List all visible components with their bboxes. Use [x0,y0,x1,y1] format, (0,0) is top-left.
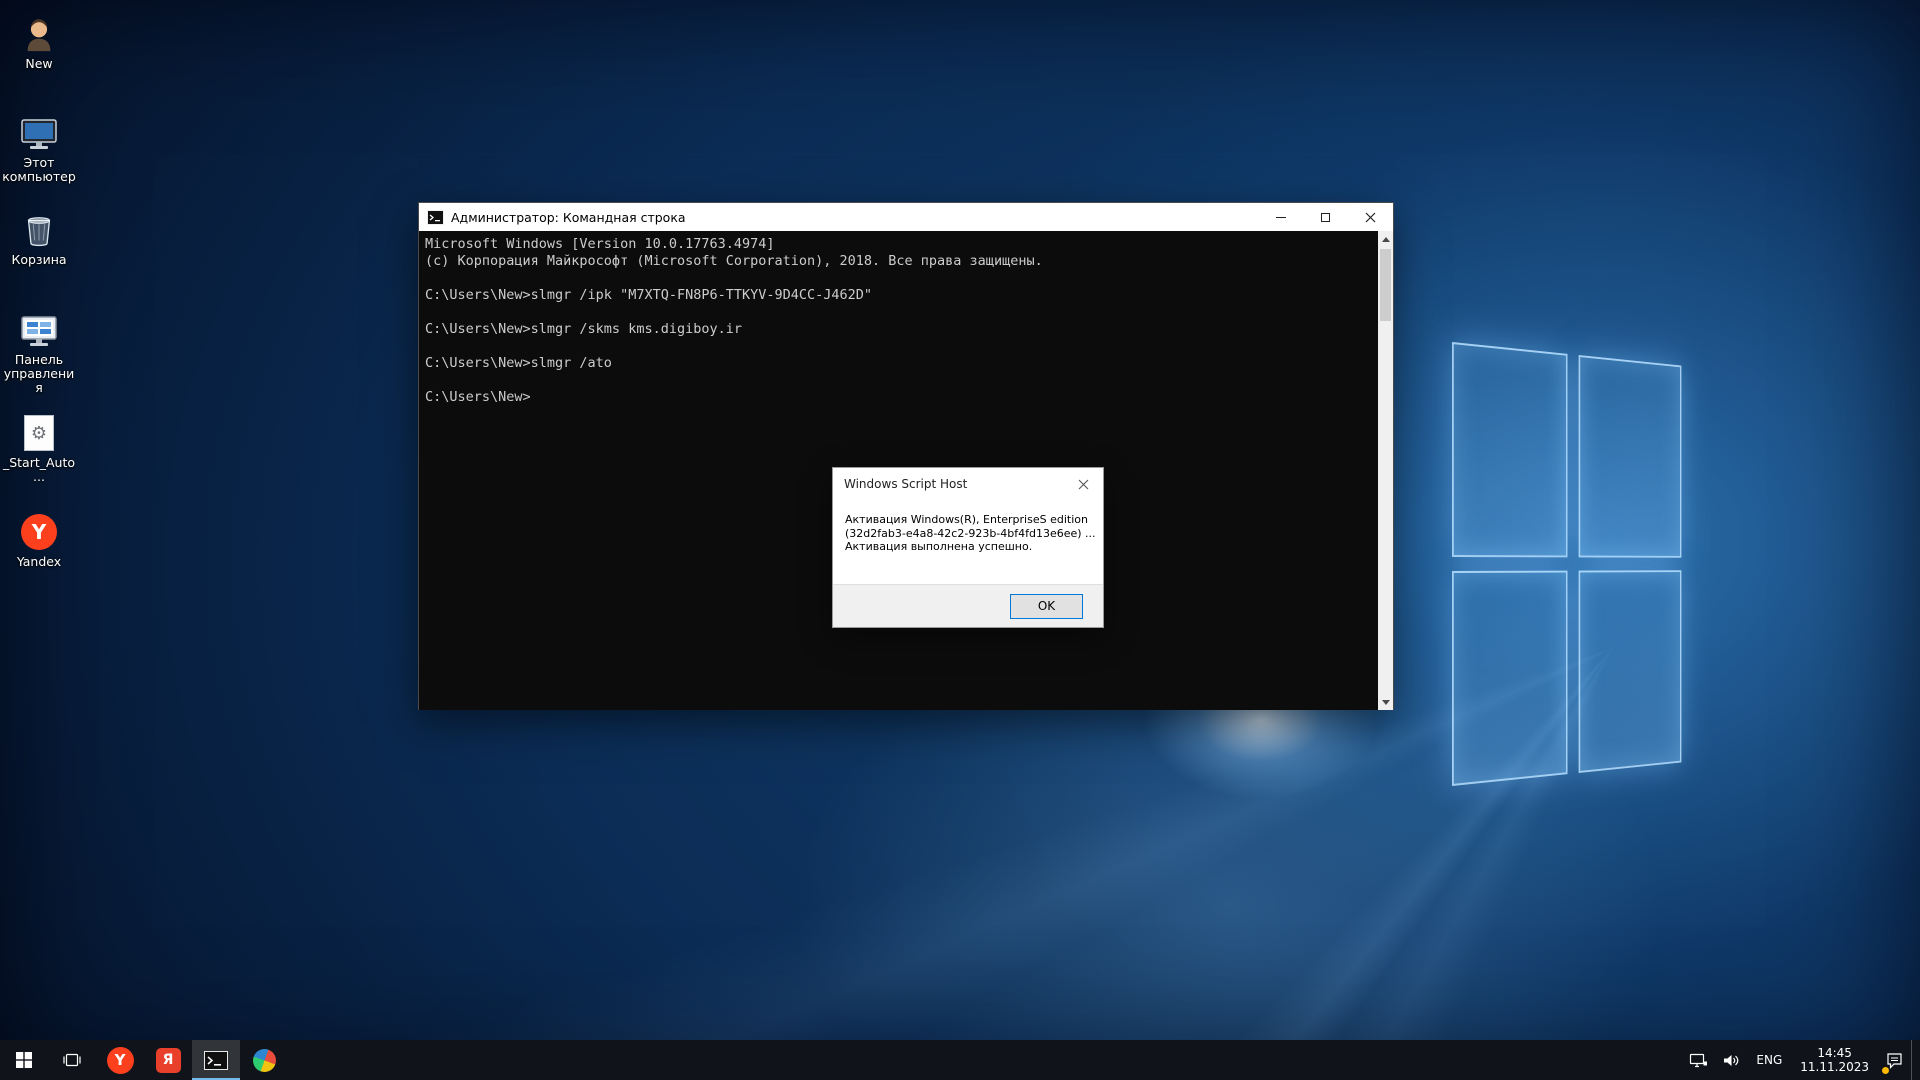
task-view-button[interactable] [48,1040,96,1080]
wsh-titlebar[interactable]: Windows Script Host [833,468,1103,500]
dialog-body: Активация Windows(R), EnterpriseS editio… [833,500,1103,554]
window-title: Администратор: Командная строка [451,210,1258,225]
network-tray-button[interactable] [1682,1040,1715,1080]
clock[interactable]: 14:45 11.11.2023 [1791,1040,1878,1080]
desktop-icon-label: Yandex [17,555,61,569]
taskbar: Y Я ENG 1 [0,1040,1920,1080]
tray-date: 11.11.2023 [1800,1060,1869,1074]
show-desktop-button[interactable] [1911,1040,1920,1080]
colorful-app-icon [249,1045,278,1074]
desktop-icon-label: Корзина [11,253,66,267]
computer-icon [18,113,60,153]
cmd-icon [204,1051,228,1070]
console-line [425,372,1371,389]
dialog-title: Windows Script Host [844,477,1063,491]
minimize-button[interactable] [1258,203,1303,231]
action-center-button[interactable] [1878,1040,1911,1080]
dialog-text: Активация Windows(R), EnterpriseS editio… [845,513,1097,527]
desktop-icon-label: New [25,57,52,71]
desktop-icon-yandex[interactable]: Y Yandex [2,512,76,569]
ethernet-icon [1689,1052,1708,1069]
minimize-icon [1276,217,1286,218]
console-line: C:\Users\New>slmgr /skms kms.digiboy.ir [425,321,1371,338]
desktop-icon-label: Этот компьютер [2,156,76,184]
console-line: C:\Users\New> [425,389,1371,406]
maximize-icon [1321,213,1330,222]
console-line: (c) Корпорация Майкрософт (Microsoft Cor… [425,253,1371,270]
console-line: C:\Users\New>slmgr /ato [425,355,1371,372]
close-button[interactable] [1348,203,1393,231]
control-panel-icon [18,310,60,350]
yandex-browser-icon: Y [107,1047,134,1074]
ok-button[interactable]: OK [1010,594,1083,619]
action-center-icon [1885,1051,1904,1069]
cmd-titlebar[interactable]: Администратор: Командная строка [419,203,1393,231]
start-button[interactable] [0,1040,48,1080]
gear-icon: ⚙ [31,423,47,444]
scroll-down-icon[interactable] [1378,694,1393,710]
desktop-icon-control-panel[interactable]: Панель управления [2,310,76,395]
console-line [425,304,1371,321]
taskbar-yandex-browser[interactable]: Y [96,1040,144,1080]
cmd-app-icon [427,210,444,225]
console-line: C:\Users\New>slmgr /ipk "M7XTQ-FN8P6-TTK… [425,287,1371,304]
desktop-icon-this-pc[interactable]: Этот компьютер [2,113,76,184]
notification-badge [1882,1067,1889,1074]
close-icon [1078,479,1089,490]
console-scrollbar[interactable] [1378,231,1393,710]
taskbar-cmd-active[interactable] [192,1040,240,1080]
desktop-icon-label: _Start_Auto... [2,456,76,484]
yandex-icon: Y [18,512,60,552]
maximize-button[interactable] [1303,203,1348,231]
user-file-icon [18,14,60,54]
desktop-icon-start-auto[interactable]: ⚙ _Start_Auto... [2,413,76,484]
console-line [425,338,1371,355]
scrollbar-thumb[interactable] [1380,249,1391,321]
system-tray: ENG 14:45 11.11.2023 [1682,1040,1920,1080]
close-icon [1365,212,1376,223]
dialog-footer: OK [833,584,1103,627]
taskbar-yandex-app[interactable]: Я [144,1040,192,1080]
dialog-text: Активация выполнена успешно. [845,540,1097,554]
volume-tray-button[interactable] [1715,1040,1747,1080]
desktop-icon-new[interactable]: New [2,14,76,71]
desktop-icon-label: Панель управления [2,353,76,395]
console-line: Microsoft Windows [Version 10.0.17763.49… [425,236,1371,253]
scroll-up-icon[interactable] [1378,231,1393,247]
desktop-icon-recycle-bin[interactable]: Корзина [2,210,76,267]
task-view-icon [62,1052,82,1068]
taskbar-app-colorful[interactable] [240,1040,288,1080]
language-indicator[interactable]: ENG [1747,1040,1791,1080]
cmd-window: Администратор: Командная строка Microsof… [418,202,1394,710]
yandex-app-icon: Я [156,1048,181,1073]
wsh-dialog: Windows Script Host Активация Windows(R)… [832,467,1104,628]
dialog-text: (32d2fab3-e4a8-42c2-923b-4bf4fd13e6ee) .… [845,527,1097,541]
tray-time: 14:45 [1817,1046,1852,1060]
dialog-close-button[interactable] [1063,468,1103,500]
windows-logo-icon [16,1052,32,1068]
recycle-bin-icon [18,210,60,250]
console-line [425,270,1371,287]
gear-file-icon: ⚙ [18,413,60,453]
volume-icon [1722,1052,1740,1069]
